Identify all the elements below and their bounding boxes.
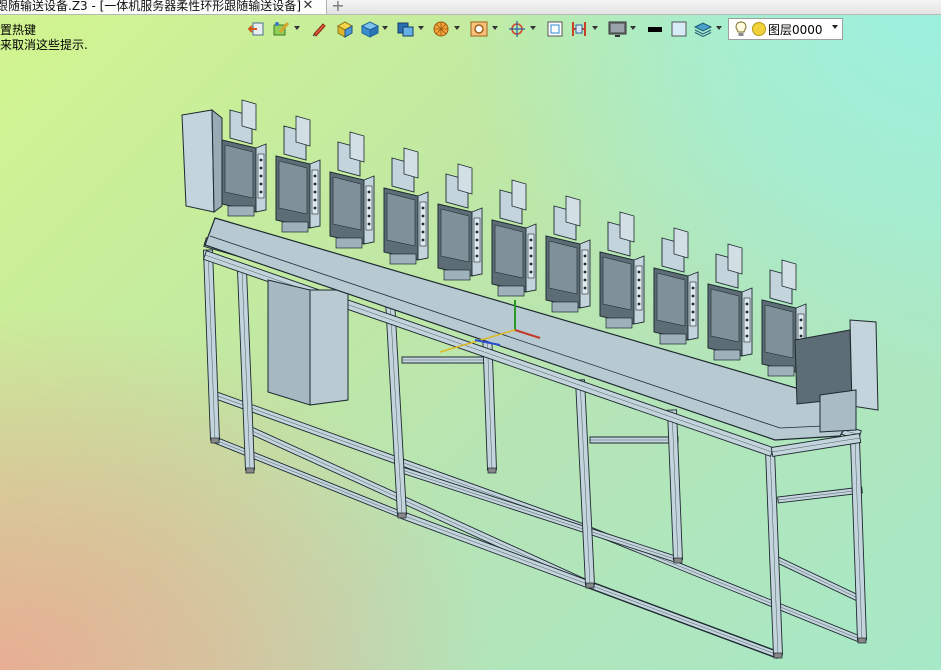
orbit-center-icon[interactable] [508,19,536,39]
leveling-foot [773,652,783,659]
lightbulb-icon[interactable] [734,21,748,37]
document-tab-title: 跟随输送设备.Z3 - [一体机服务器柔性环形跟随输送设备] [0,0,301,13]
pen-icon[interactable] [310,19,328,39]
layer-name: 图层0000 [768,23,823,37]
leveling-foot [585,582,595,589]
monitor-icon[interactable] [608,19,636,39]
leveling-foot [857,637,867,644]
end-guard-left [181,109,215,213]
add-tab-button[interactable]: + [330,0,346,14]
leveling-foot [397,512,407,519]
box-solid-icon[interactable] [336,19,354,39]
cube-display-icon[interactable] [360,19,388,39]
leveling-foot [210,437,220,444]
document-tab[interactable]: 跟随输送设备.Z3 - [一体机服务器柔性环形跟随输送设备] ✕ [0,0,327,14]
layer-selector[interactable]: 图层0000 [728,18,843,40]
view-cube-icon[interactable] [396,19,424,39]
chevron-down-icon[interactable] [832,25,838,29]
prompt-line-2: 来取消这些提示. [0,38,88,52]
zoom-fit-icon[interactable] [470,19,498,39]
frame-icon[interactable] [546,19,564,39]
leveling-foot [487,467,497,474]
fill-color-swatch[interactable] [670,19,688,39]
leveling-foot [673,557,683,564]
document-tab-bar: 跟随输送设备.Z3 - [一体机服务器柔性环形跟随输送设备] ✕ + [0,0,941,15]
close-icon[interactable]: ✕ [300,0,316,13]
layer-color-dot [752,22,766,36]
conveyor-model[interactable] [0,0,941,670]
electrical-cabinet-side [309,289,349,406]
3d-viewport[interactable]: 跟随输送设备.Z3 - [一体机服务器柔性环形跟随输送设备] ✕ + 置热键 来… [0,0,941,670]
exit-sketch-icon[interactable] [248,19,268,39]
line-color-swatch[interactable] [646,19,664,39]
leveling-foot [245,467,255,474]
layers-icon[interactable] [694,19,722,39]
section-icon[interactable] [570,19,598,39]
sketch-tools-icon[interactable] [272,19,300,39]
electrical-cabinet [267,279,311,406]
sphere-render-icon[interactable] [432,19,460,39]
